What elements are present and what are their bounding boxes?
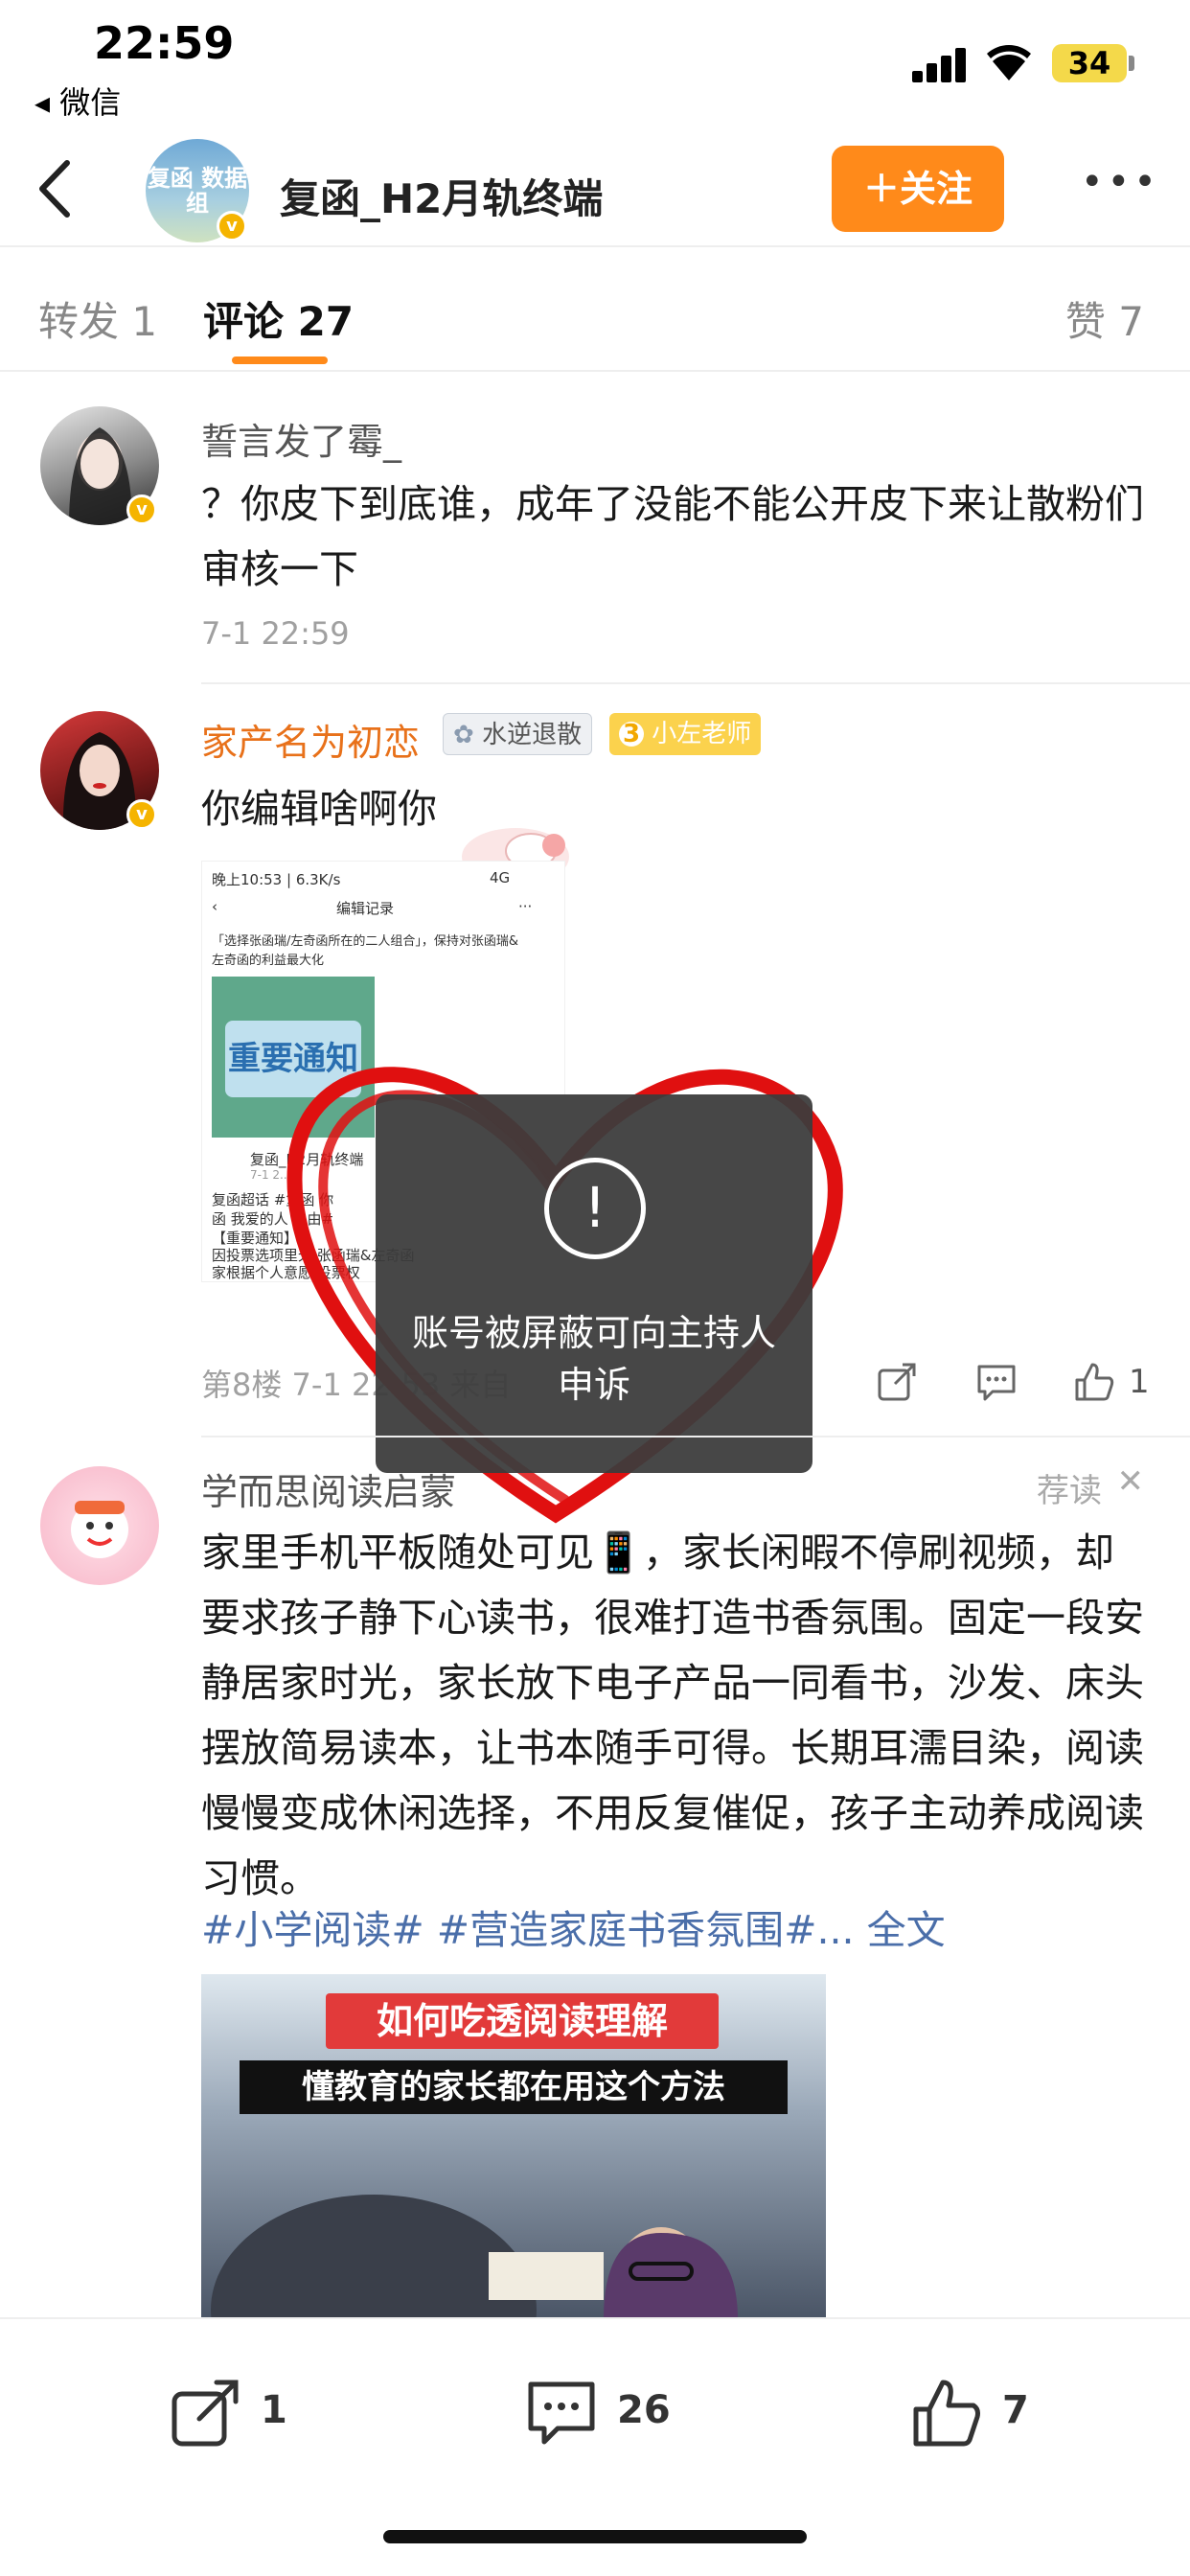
ad-text: 家里手机平板随处可见📱，家长闲暇不停刷视频，却要求孩子静下心读书，很难打造书香氛… [201,1530,1144,1901]
nav-header: 复函 数据组 v 复函_H2月轨终端 ＋关注 ••• [0,134,1190,247]
back-arrow-icon[interactable] [29,155,86,222]
embed-back-icon: ‹ [212,898,217,915]
embed-more-icon: ··· [518,898,533,915]
verified-badge-icon: v [126,799,157,830]
tab-bar: 转发 1 评论 27 赞 7 [0,247,1190,372]
embed-line1: 「选择张函瑞/左奇函所在的二人组合」，保持对张函瑞& [212,934,519,949]
share-icon[interactable] [876,1361,918,1403]
verified-badge-icon: v [217,211,247,242]
comment-bubble-icon [528,2381,595,2445]
toast-message: 账号被屏蔽可向主持人申诉 [411,1312,776,1406]
ad-tag: 荐读 [1037,1472,1102,1510]
ad-avatar[interactable] [40,1466,159,1585]
full-text-link[interactable]: 全文 [867,1907,946,1953]
bottom-action-bar: 1 26 7 [0,2317,1190,2576]
close-icon[interactable]: ✕ [1117,1462,1145,1501]
commenter-name[interactable]: 誓言发了霉_ [201,412,401,465]
battery-nub [1129,56,1134,71]
commenter-name[interactable]: 家产名为初恋 [201,713,420,766]
tab-like[interactable]: 赞 7 [1065,289,1144,348]
hashtag-links[interactable]: #小学阅读# #营造家庭书香氛围#... [201,1907,855,1953]
blocked-toast: ! 账号被屏蔽可向主持人申诉 [376,1094,812,1473]
comment-text: 你编辑啥啊你 [201,786,437,832]
status-bar: 22:59 ◂ 微信 34 [0,0,1190,125]
repost-icon [172,2380,239,2447]
thumbs-up-icon [913,2380,980,2447]
comment-count: 26 [617,2388,671,2432]
like-icon[interactable] [1073,1361,1115,1403]
more-options-icon[interactable]: ••• [1081,163,1156,201]
divider [201,682,1190,684]
follow-button[interactable]: ＋关注 [832,146,1004,232]
thumbnail-people [211,2195,738,2319]
embed-status: 晚上10:53 | 6.3K/s [212,871,341,888]
comment-button[interactable]: 26 [525,2377,698,2453]
fan-badge[interactable]: ✿ 水逆退散 [443,713,593,755]
level-number: 3 [619,722,644,747]
ad-account-name[interactable]: 学而思阅读启蒙 [201,1462,456,1515]
alert-icon: ! [544,1158,646,1259]
tab-comment[interactable]: 评论 27 [203,289,354,348]
tab-active-indicator [232,356,328,364]
thumbnail-subtitle: 懂教育的家长都在用这个方法 [240,2060,788,2114]
embed-line2: 左奇函的利益最大化 [212,954,325,968]
thumbnail-title: 如何吃透阅读理解 [326,1993,719,2049]
repost-count: 1 [261,2388,287,2432]
like-count: 7 [1002,2388,1029,2432]
wifi-icon [987,45,1031,80]
status-time: 22:59 [94,17,235,69]
level-badge[interactable]: 3 小左老师 [609,713,762,755]
fan-badge-label: 水逆退散 [482,721,583,749]
repost-button[interactable]: 1 [169,2377,293,2453]
level-badge-label: 小左老师 [652,720,752,748]
comment-time: 7-1 22:59 [201,615,350,652]
account-name[interactable]: 复函_H2月轨终端 [280,167,603,225]
ad-hashtags[interactable]: #小学阅读# #营造家庭书香氛围#... 全文 [201,1898,946,1955]
tab-repost[interactable]: 转发 1 [38,289,157,348]
like-button[interactable]: 7 [910,2377,1035,2453]
comment-item: v 誓言发了霉_ ？你皮下到底谁，成年了没能不能公开皮下来让散粉们审核一下 7-… [0,372,1190,688]
comment-icon[interactable] [975,1361,1018,1403]
battery-icon: 34 [1052,44,1127,82]
lotus-icon: ✿ [453,721,483,749]
like-count: 1 [1129,1363,1150,1401]
embed-network: 4G [490,869,511,886]
verified-badge-icon: v [126,494,157,525]
home-indicator [383,2530,807,2543]
signal-icon [912,48,968,82]
comment-text: ？你皮下到底谁，成年了没能不能公开皮下来让散粉们审核一下 [201,481,1144,592]
back-to-wechat-link[interactable]: ◂ 微信 [34,79,121,123]
avatar-logo-text: 复函 数据组 [147,164,248,217]
embed-header: 编辑记录 [336,900,395,917]
ad-video-thumbnail[interactable]: 如何吃透阅读理解 懂教育的家长都在用这个方法 [201,1974,826,2319]
